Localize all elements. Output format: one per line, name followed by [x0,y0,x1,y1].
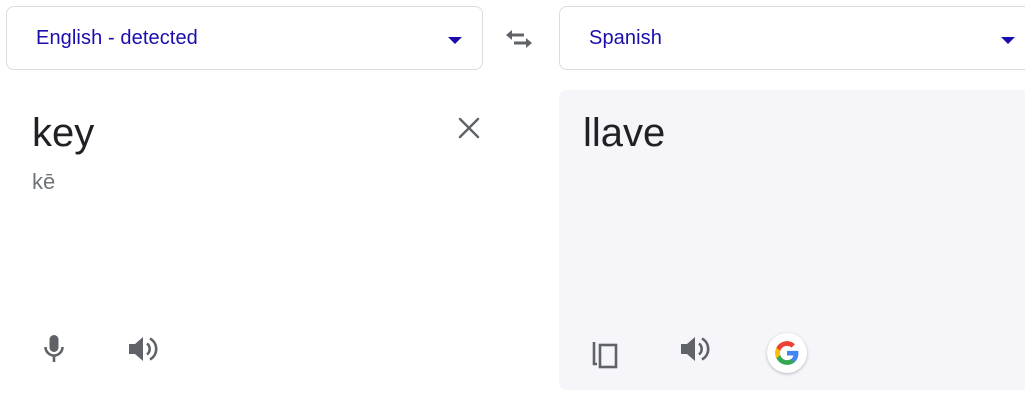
clear-text-button[interactable] [453,112,485,144]
source-language-selector[interactable]: English - detected [6,6,483,70]
source-phonetic: kē [32,169,56,194]
speaker-icon [129,337,158,361]
target-language-selector[interactable]: Spanish [559,6,1025,70]
target-language-label: Spanish [589,27,662,49]
microphone-icon [44,335,64,362]
target-language-dropdown-icon [1001,37,1015,44]
swap-languages-button[interactable] [500,22,538,56]
source-text-panel[interactable]: key kē [6,90,483,390]
speaker-icon [681,337,710,361]
source-language-dropdown-icon [448,37,462,44]
translated-text: llave [583,111,666,155]
google-logo-icon [775,341,799,365]
close-icon [458,117,480,139]
google-search-button[interactable] [767,333,807,373]
source-language-label: English - detected [36,27,198,49]
swap-arrows-icon [506,30,532,48]
copy-icon [592,342,618,369]
voice-input-button[interactable] [34,329,74,369]
listen-translation-button[interactable] [675,329,715,369]
copy-translation-button[interactable] [586,333,626,373]
source-text[interactable]: key [32,111,94,156]
listen-source-button[interactable] [123,329,163,369]
